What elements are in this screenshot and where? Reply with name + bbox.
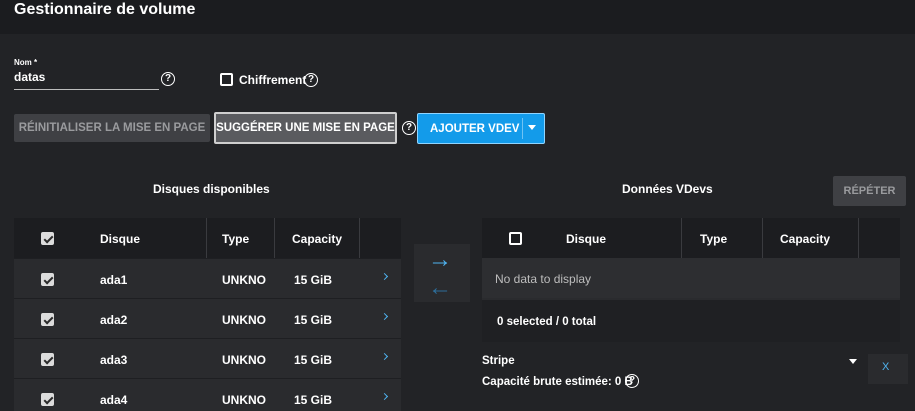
- help-circle-icon[interactable]: ?: [625, 374, 639, 388]
- column-divider: [681, 218, 682, 258]
- column-divider: [359, 218, 360, 258]
- column-divider: [762, 218, 763, 258]
- help-circle-icon[interactable]: ?: [402, 121, 416, 135]
- disk-capacity: 15 GiB: [294, 273, 333, 287]
- row-checkbox[interactable]: [41, 313, 54, 326]
- table-row[interactable]: ada3 UNKNO 15 GiB: [14, 338, 401, 378]
- table-row[interactable]: ada4 UNKNO 15 GiB: [14, 378, 401, 411]
- disk-name: ada1: [100, 273, 128, 287]
- available-disks-table: Disque Type Capacity ada1 UNKNO 15 GiB a…: [14, 218, 401, 411]
- disk-name: ada3: [100, 353, 128, 367]
- empty-state-row: No data to display: [482, 258, 900, 298]
- select-all-checkbox[interactable]: [41, 232, 54, 245]
- reset-layout-button[interactable]: RÉINITIALISER LA MISE EN PAGE: [14, 114, 210, 142]
- table-row[interactable]: ada2 UNKNO 15 GiB: [14, 298, 401, 338]
- column-header-capacity[interactable]: Capacity: [292, 232, 342, 246]
- empty-state-text: No data to display: [495, 272, 592, 286]
- suggest-layout-button[interactable]: SUGGÉRER UNE MISE EN PAGE: [214, 112, 397, 144]
- data-vdevs-table: Disque Type Capacity No data to display …: [482, 218, 900, 342]
- column-header-type[interactable]: Type: [222, 232, 249, 246]
- remove-vdev-button[interactable]: X: [882, 361, 889, 373]
- column-divider: [274, 218, 275, 258]
- column-divider: [206, 218, 207, 258]
- chevron-right-icon[interactable]: [380, 272, 389, 281]
- column-header-capacity[interactable]: Capacity: [780, 232, 830, 246]
- arrow-left-icon[interactable]: ←: [428, 276, 452, 300]
- column-header-type[interactable]: Type: [700, 232, 727, 246]
- chevron-right-icon[interactable]: [380, 312, 389, 321]
- page-header: Gestionnaire de volume: [0, 0, 915, 34]
- column-divider: [858, 218, 859, 258]
- disk-type: UNKNO: [222, 393, 266, 407]
- page-title: Gestionnaire de volume: [14, 1, 196, 18]
- row-checkbox[interactable]: [41, 273, 54, 286]
- caret-down-icon[interactable]: [849, 359, 857, 364]
- add-vdev-button[interactable]: AJOUTER VDEV: [417, 113, 545, 144]
- layout-select[interactable]: Stripe: [482, 355, 515, 367]
- available-disks-title: Disques disponibles: [153, 182, 270, 196]
- disk-type: UNKNO: [222, 353, 266, 367]
- help-circle-icon[interactable]: ?: [304, 73, 318, 87]
- table-header: Disque Type Capacity: [482, 218, 900, 258]
- row-checkbox[interactable]: [41, 353, 54, 366]
- disk-name: ada4: [100, 393, 128, 407]
- disk-capacity: 15 GiB: [294, 313, 333, 327]
- disk-capacity: 15 GiB: [294, 393, 333, 407]
- column-header-disk[interactable]: Disque: [566, 232, 606, 246]
- estimated-capacity: Capacité brute estimée: 0 B: [482, 376, 633, 388]
- add-vdev-label: AJOUTER VDEV: [430, 122, 520, 135]
- table-row[interactable]: ada1 UNKNO 15 GiB: [14, 258, 401, 298]
- table-footer: 0 selected / 0 total: [482, 300, 900, 342]
- name-input-underline: [14, 89, 159, 90]
- caret-down-icon[interactable]: [528, 125, 536, 130]
- disk-capacity: 15 GiB: [294, 353, 333, 367]
- arrow-right-icon[interactable]: →: [428, 248, 452, 272]
- help-circle-icon[interactable]: ?: [161, 72, 175, 86]
- disk-type: UNKNO: [222, 313, 266, 327]
- select-all-checkbox[interactable]: [509, 232, 522, 245]
- disk-name: ada2: [100, 313, 128, 327]
- encryption-label: Chiffrement: [239, 73, 307, 87]
- data-vdevs-title: Données VDevs: [622, 182, 713, 196]
- selection-count: 0 selected / 0 total: [497, 316, 597, 328]
- button-divider: [522, 118, 523, 139]
- chevron-right-icon[interactable]: [380, 352, 389, 361]
- move-disks-controls: → ←: [414, 244, 470, 302]
- column-header-disk[interactable]: Disque: [100, 232, 140, 246]
- repeat-button[interactable]: RÉPÉTER: [833, 176, 906, 206]
- row-checkbox[interactable]: [41, 393, 54, 406]
- chevron-right-icon[interactable]: [380, 392, 389, 401]
- name-field-label: Nom *: [14, 58, 38, 67]
- encryption-checkbox[interactable]: [220, 73, 233, 86]
- table-header: Disque Type Capacity: [14, 218, 401, 258]
- name-input[interactable]: datas: [14, 70, 45, 84]
- disk-type: UNKNO: [222, 273, 266, 287]
